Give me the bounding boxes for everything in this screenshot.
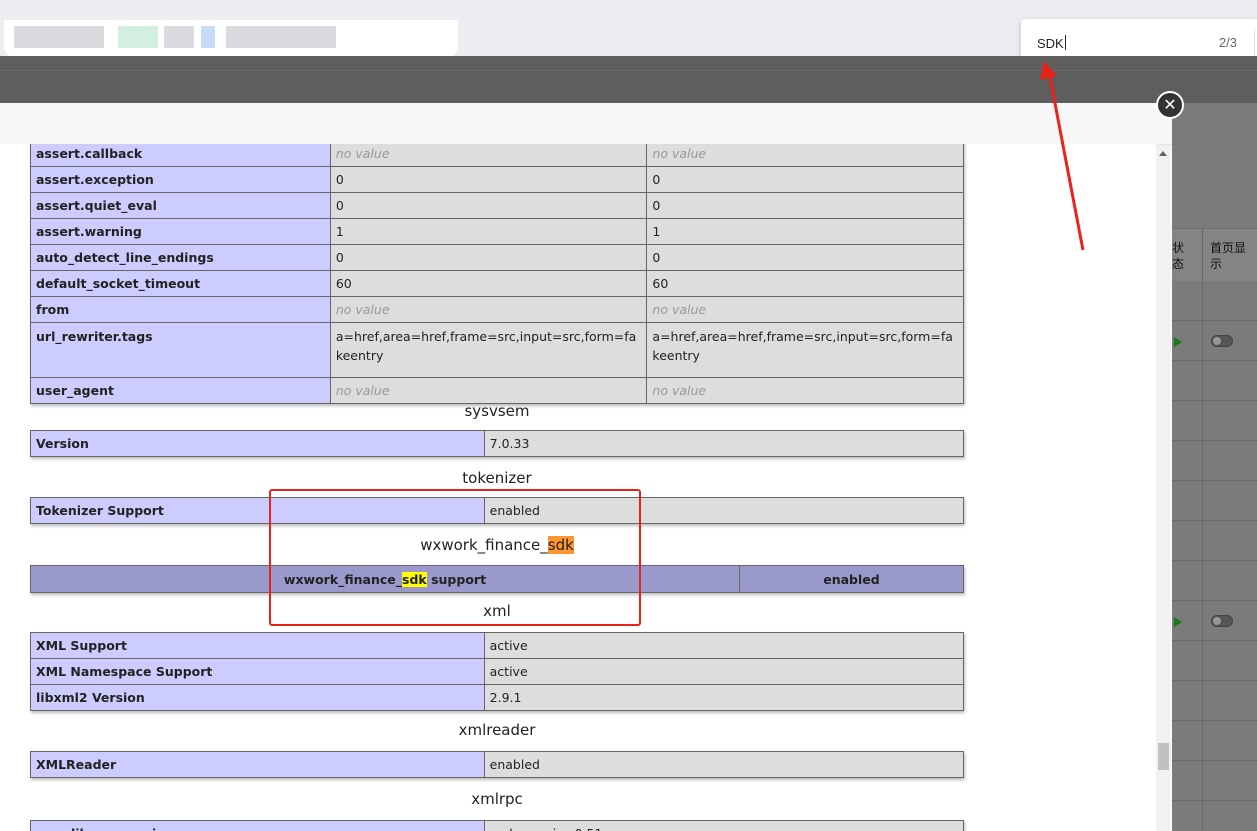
arrow-head (1040, 61, 1057, 80)
annotation-arrow (1040, 61, 1085, 251)
arrow-shaft (1047, 71, 1085, 251)
